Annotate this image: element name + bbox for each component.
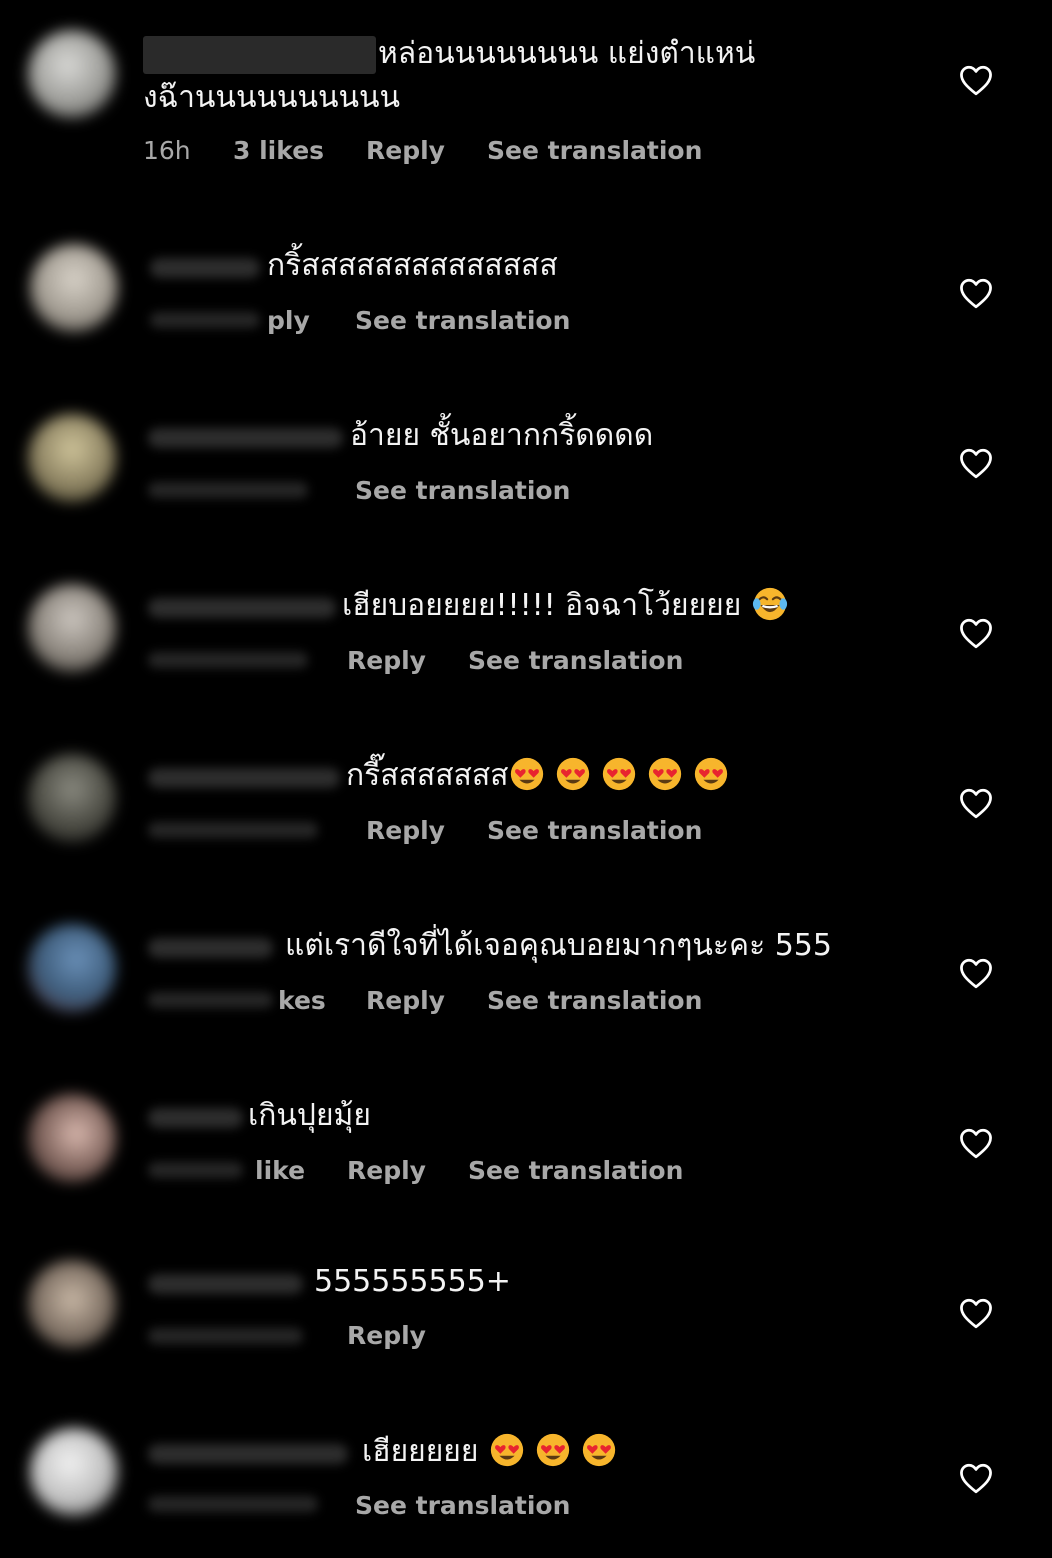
comment-item: 555555555+ Reply [0,1250,1052,1410]
meta-redacted [148,992,273,1008]
comment-item: เฮียบอยยยย!!!!! อิจฉาโว้ยยยย Reply See t… [0,570,1052,730]
username-redacted[interactable] [150,258,260,278]
meta-redacted [148,482,308,498]
comment-text-body: กรี๊สสสสสสส [346,758,509,793]
like-count[interactable]: 3 likes [233,135,324,167]
comment-item: กรี๊สสสสสสส Reply See translation [0,740,1052,900]
smiling-face-with-heart-eyes-emoji [646,755,684,793]
comment-text: 555555555+ [314,1264,511,1299]
comment-item: แต่เราดีใจที่ได้เจอคุณบอยมากๆนะคะ 555 ke… [0,910,1052,1070]
see-translation-button[interactable]: See translation [487,135,702,167]
comment-text-body: เฮียยยยย [362,1434,479,1469]
reply-button[interactable]: Reply [347,1320,426,1352]
see-translation-button[interactable]: See translation [487,815,702,847]
see-translation-button[interactable]: See translation [468,645,683,677]
reply-button[interactable]: Reply [347,645,426,677]
heart-outline-icon[interactable] [958,277,994,309]
comment-item: เกินปุยมุ้ย like Reply See translation [0,1080,1052,1240]
smiling-face-with-heart-eyes-emoji [554,755,592,793]
heart-outline-icon[interactable] [958,1297,994,1329]
smiling-face-with-heart-eyes-emoji [600,755,638,793]
heart-outline-icon[interactable] [958,64,994,96]
comment-text: กริ้สสสสสสสสสสสสสส [267,248,558,283]
reply-button[interactable]: ply [267,305,310,337]
reply-button[interactable]: Reply [347,1155,426,1187]
avatar[interactable] [28,584,116,672]
smiling-face-with-heart-eyes-emoji [508,755,546,793]
avatar[interactable] [28,1094,116,1182]
comment-item: กริ้สสสสสสสสสสสสสส ply See translation [0,230,1052,390]
see-translation-button[interactable]: See translation [355,305,570,337]
comment-text: แต่เราดีใจที่ได้เจอคุณบอยมากๆนะคะ 555 [285,928,832,963]
heart-outline-icon[interactable] [958,787,994,819]
meta-redacted [148,652,308,668]
reply-button[interactable]: Reply [366,815,445,847]
comment-text-body: เฮียบอยยยย!!!!! อิจฉาโว้ยยยย [342,588,742,623]
comment-item: อ้ายย ชั้นอยากกริ้ดดดด See translation [0,400,1052,560]
username-redacted[interactable] [148,1108,243,1128]
comment-text-continued: งฉ๊านนนนนนนนนน [143,80,401,115]
see-translation-button[interactable]: See translation [355,1490,570,1522]
comment-time: 16h [143,136,191,165]
comment-item: หล่อนนนนนนนน แย่งตำแหน่ งฉ๊านนนนนนนนนน 1… [0,0,1052,200]
reply-button[interactable]: Reply [366,985,445,1017]
avatar[interactable] [30,1428,118,1516]
avatar[interactable] [28,754,116,842]
username-redacted[interactable] [143,36,376,74]
heart-outline-icon[interactable] [958,447,994,479]
reply-button[interactable]: Reply [366,135,445,167]
comment-item: เฮียยยยย See translation [0,1420,1052,1558]
smiling-face-with-heart-eyes-emoji [692,755,730,793]
smiling-face-with-heart-eyes-emoji [488,1431,526,1469]
meta-redacted [148,1328,303,1344]
comment-text: เกินปุยมุ้ย [248,1098,371,1133]
heart-outline-icon[interactable] [958,617,994,649]
avatar[interactable] [28,1260,116,1348]
heart-eyes-emoji-row [488,1430,626,1474]
username-redacted[interactable] [148,938,273,958]
comment-text: หล่อนนนนนนนน แย่งตำแหน่ [378,36,756,71]
meta-redacted [148,1162,243,1178]
username-redacted[interactable] [148,1444,348,1464]
comment-text: เฮียบอยยยย!!!!! อิจฉาโว้ยยยย [342,584,797,628]
like-count[interactable]: like [255,1155,305,1187]
comment-text: เฮียยยยย [362,1430,626,1474]
avatar[interactable] [28,924,116,1012]
meta-redacted [150,312,260,328]
see-translation-button[interactable]: See translation [468,1155,683,1187]
comment-text: อ้ายย ชั้นอยากกริ้ดดดด [350,418,654,453]
heart-outline-icon[interactable] [958,1462,994,1494]
avatar[interactable] [28,30,116,118]
face-with-tears-of-joy-emoji [751,585,789,623]
username-redacted[interactable] [148,768,340,788]
meta-redacted [148,1496,318,1512]
heart-eyes-emoji-row [508,754,738,798]
username-redacted[interactable] [148,428,343,448]
username-redacted[interactable] [148,1274,303,1294]
heart-outline-icon[interactable] [958,957,994,989]
avatar[interactable] [28,414,116,502]
username-redacted[interactable] [148,598,336,618]
smiling-face-with-heart-eyes-emoji [580,1431,618,1469]
comment-text: กรี๊สสสสสสส [346,754,738,798]
see-translation-button[interactable]: See translation [487,985,702,1017]
meta-redacted [148,822,318,838]
avatar[interactable] [30,244,118,332]
see-translation-button[interactable]: See translation [355,475,570,507]
heart-outline-icon[interactable] [958,1127,994,1159]
smiling-face-with-heart-eyes-emoji [534,1431,572,1469]
like-count[interactable]: kes [278,985,326,1017]
